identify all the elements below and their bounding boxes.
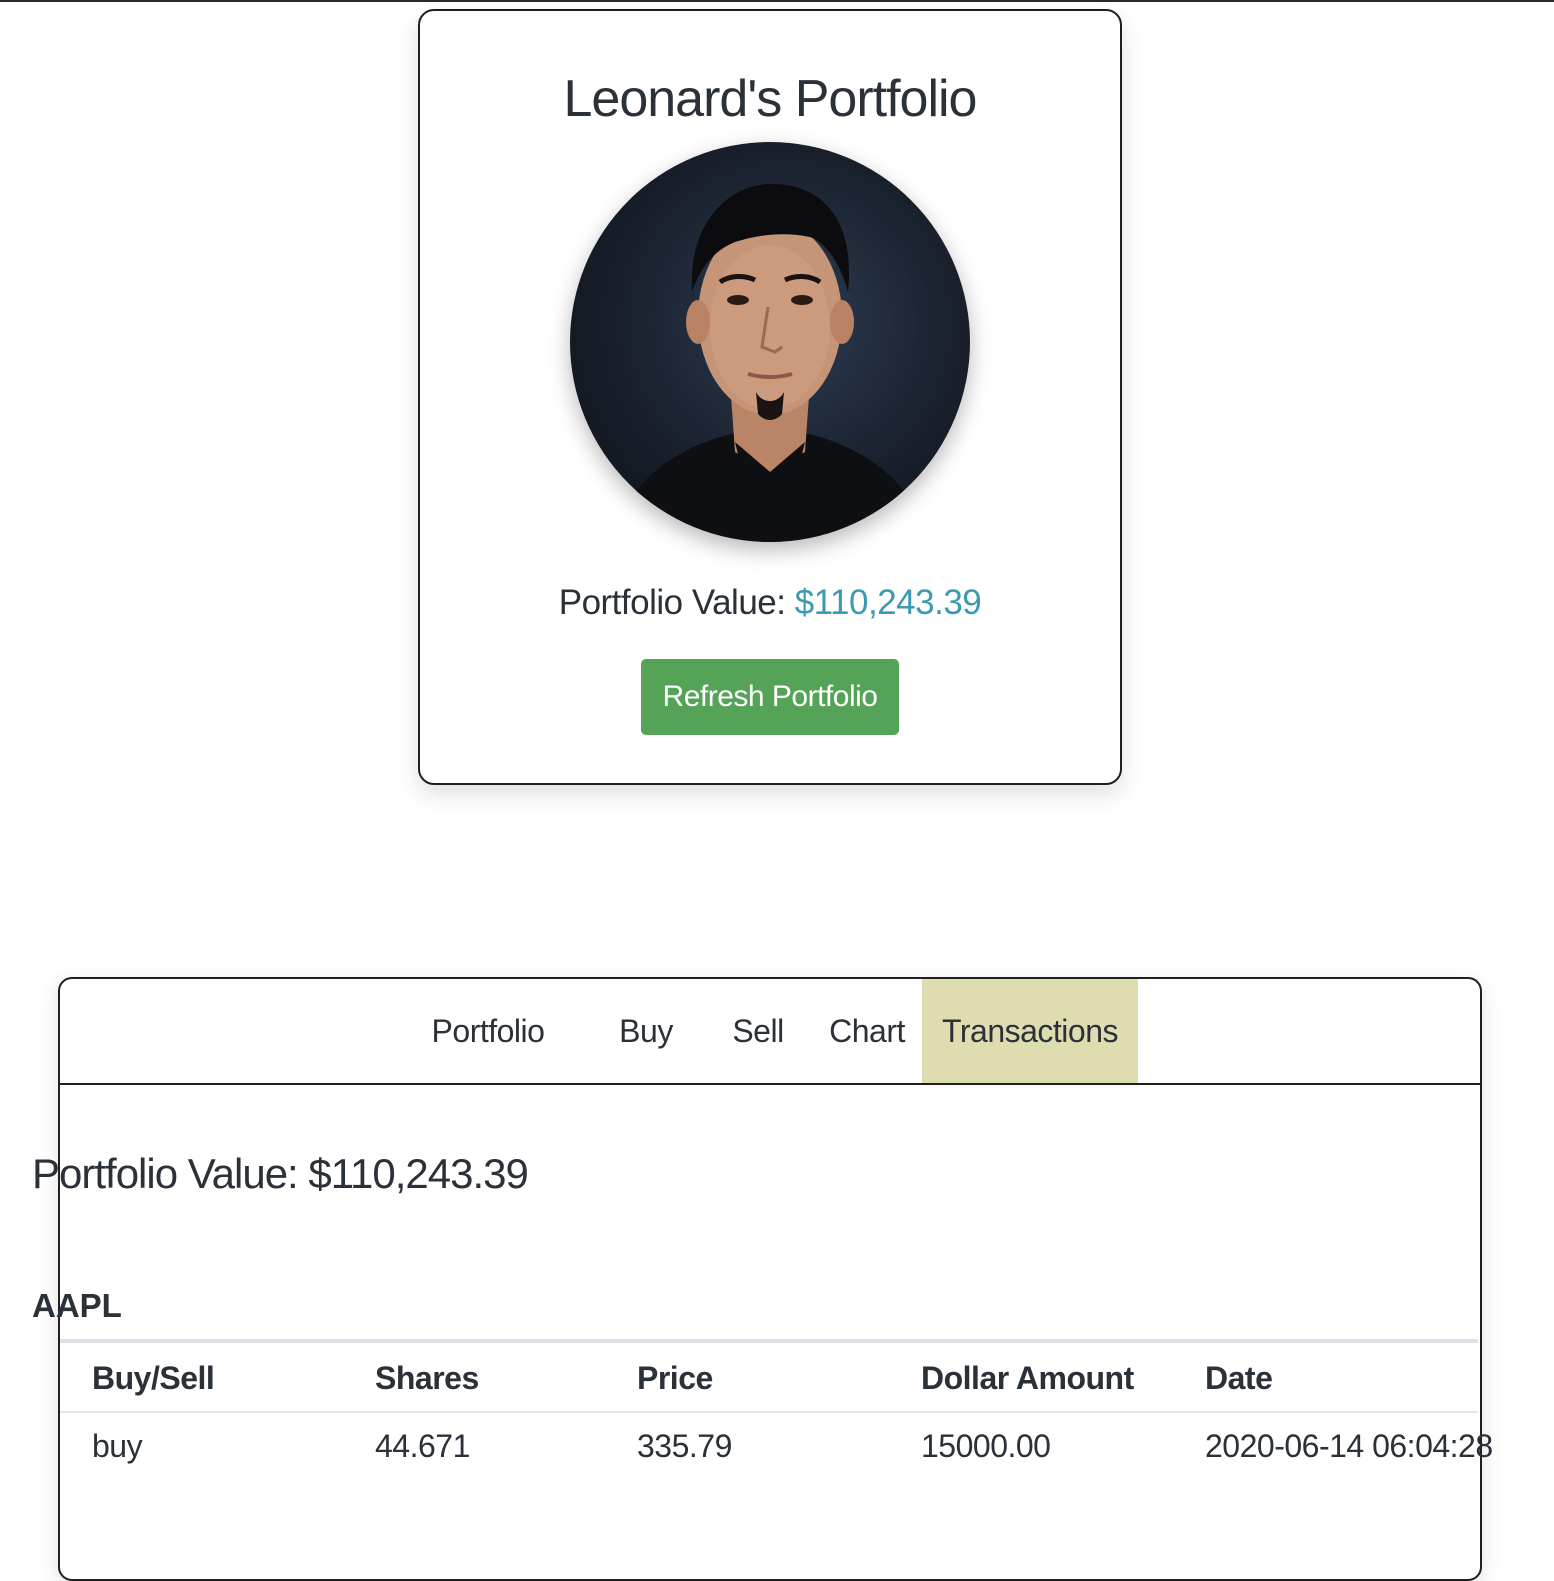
column-header-shares: Shares	[375, 1360, 479, 1396]
avatar-portrait	[610, 183, 930, 542]
cell-buy-sell: buy	[92, 1428, 143, 1464]
top-border	[0, 0, 1554, 2]
cell-price: 335.79	[637, 1428, 732, 1464]
tab-chart[interactable]: Chart	[802, 979, 932, 1083]
tab-bar: Portfolio Buy Sell Chart Transactions	[60, 979, 1480, 1085]
profile-value-label: Portfolio Value:	[558, 583, 795, 622]
main-panel: Portfolio Buy Sell Chart Transactions	[58, 977, 1482, 1581]
cell-date: 2020-06-14 06:04:28	[1205, 1428, 1493, 1464]
ticker-symbol: AAPL	[32, 1287, 122, 1324]
tab-transactions[interactable]: Transactions	[922, 979, 1138, 1083]
tab-buy[interactable]: Buy	[586, 979, 706, 1083]
cell-shares: 44.671	[375, 1428, 470, 1464]
column-header-price: Price	[637, 1360, 713, 1396]
column-header-date: Date	[1205, 1360, 1273, 1396]
table-header-divider	[60, 1411, 1478, 1413]
panel-portfolio-value: Portfolio Value: $110,243.39	[32, 1150, 529, 1197]
column-header-buy-sell: Buy/Sell	[92, 1360, 215, 1396]
profile-value: Portfolio Value: $110,243.39	[420, 583, 1120, 623]
profile-title: Leonard's Portfolio	[563, 70, 978, 128]
avatar	[570, 142, 970, 542]
tab-sell[interactable]: Sell	[698, 979, 818, 1083]
cell-dollar-amount: 15000.00	[921, 1428, 1051, 1464]
column-header-dollar-amount: Dollar Amount	[921, 1360, 1134, 1396]
table-top-divider	[60, 1339, 1478, 1343]
profile-value-amount: $110,243.39	[794, 583, 982, 622]
refresh-portfolio-button[interactable]: Refresh Portfolio	[641, 659, 899, 735]
tab-portfolio[interactable]: Portfolio	[404, 979, 572, 1083]
profile-card: Leonard's Portfolio Portfolio Value: $11…	[418, 9, 1122, 785]
